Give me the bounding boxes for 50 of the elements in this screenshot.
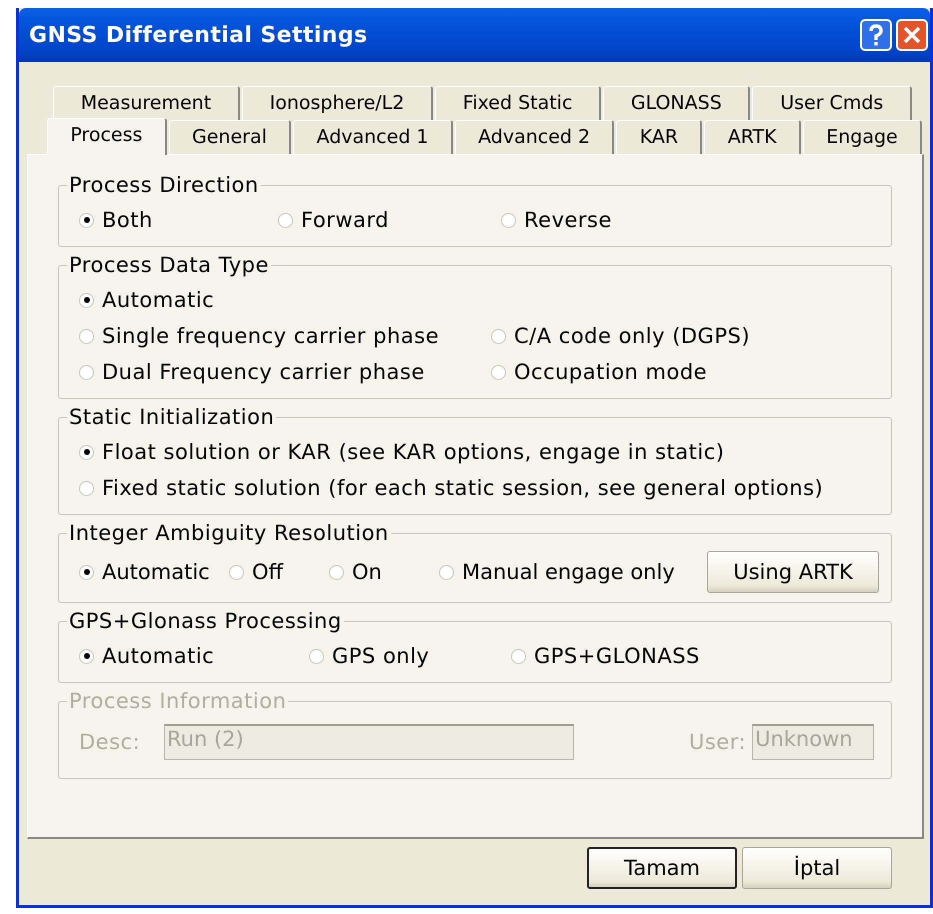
help-icon[interactable]: [860, 19, 892, 51]
option-label[interactable]: Off: [252, 560, 283, 584]
close-icon[interactable]: [896, 19, 928, 51]
radio-button[interactable]: [229, 564, 244, 580]
option-label[interactable]: Automatic: [102, 288, 214, 312]
option-label[interactable]: Automatic: [102, 644, 214, 668]
radio-button[interactable]: [79, 648, 94, 664]
tab[interactable]: Fixed Static: [435, 86, 602, 120]
dialog-button[interactable]: Tamam: [587, 847, 737, 889]
option-label[interactable]: Reverse: [524, 208, 612, 232]
group-title: Integer Ambiguity Resolution: [67, 522, 391, 544]
option-label[interactable]: GPS only: [332, 644, 430, 668]
radio-button[interactable]: [329, 564, 344, 580]
group-title: GPS+Glonass Processing: [67, 610, 344, 632]
radio-button[interactable]: [79, 364, 94, 380]
option-label[interactable]: Automatic: [102, 560, 210, 584]
radio-button[interactable]: [79, 480, 94, 496]
radio-button[interactable]: [79, 328, 94, 344]
radio-button[interactable]: [491, 364, 506, 380]
radio-button[interactable]: [278, 212, 293, 228]
option-label[interactable]: Single frequency carrier phase: [102, 324, 439, 348]
option-label[interactable]: On: [352, 560, 382, 584]
radio-button[interactable]: [309, 648, 324, 664]
dialog-button[interactable]: İptal: [742, 847, 892, 889]
field-label: Desc:: [79, 730, 142, 754]
tab[interactable]: Ionosphere/L2: [242, 86, 434, 120]
radio-button[interactable]: [79, 564, 94, 580]
option-label[interactable]: C/A code only (DGPS): [514, 324, 750, 348]
radio-button[interactable]: [501, 212, 516, 228]
option-label[interactable]: GPS+GLONASS: [534, 644, 700, 668]
option-label[interactable]: Float solution or KAR (see KAR options, engage in static): [102, 440, 724, 464]
radio-button[interactable]: [79, 292, 94, 308]
group-title: Process Data Type: [67, 254, 271, 276]
radio-button[interactable]: [491, 328, 506, 344]
option-label[interactable]: Both: [102, 208, 153, 232]
field-label: User:: [689, 730, 746, 754]
tab[interactable]: User Cmds: [752, 86, 912, 120]
tab[interactable]: Process: [47, 118, 167, 155]
option-label[interactable]: Manual engage only: [462, 560, 675, 584]
option-label[interactable]: Dual Frequency carrier phase: [102, 360, 425, 384]
using-artk-button[interactable]: Using ARTK: [707, 551, 879, 593]
radio-button[interactable]: [511, 648, 526, 664]
radio-button[interactable]: [79, 444, 94, 460]
option-label[interactable]: Forward: [301, 208, 389, 232]
option-label[interactable]: Occupation mode: [514, 360, 708, 384]
window-title: GNSS Differential Settings: [29, 22, 368, 48]
radio-button[interactable]: [79, 212, 94, 228]
radio-button[interactable]: [439, 564, 454, 580]
option-label[interactable]: Fixed static solution (for each static session, see general options): [102, 476, 824, 500]
tab[interactable]: GLONASS: [603, 86, 750, 120]
